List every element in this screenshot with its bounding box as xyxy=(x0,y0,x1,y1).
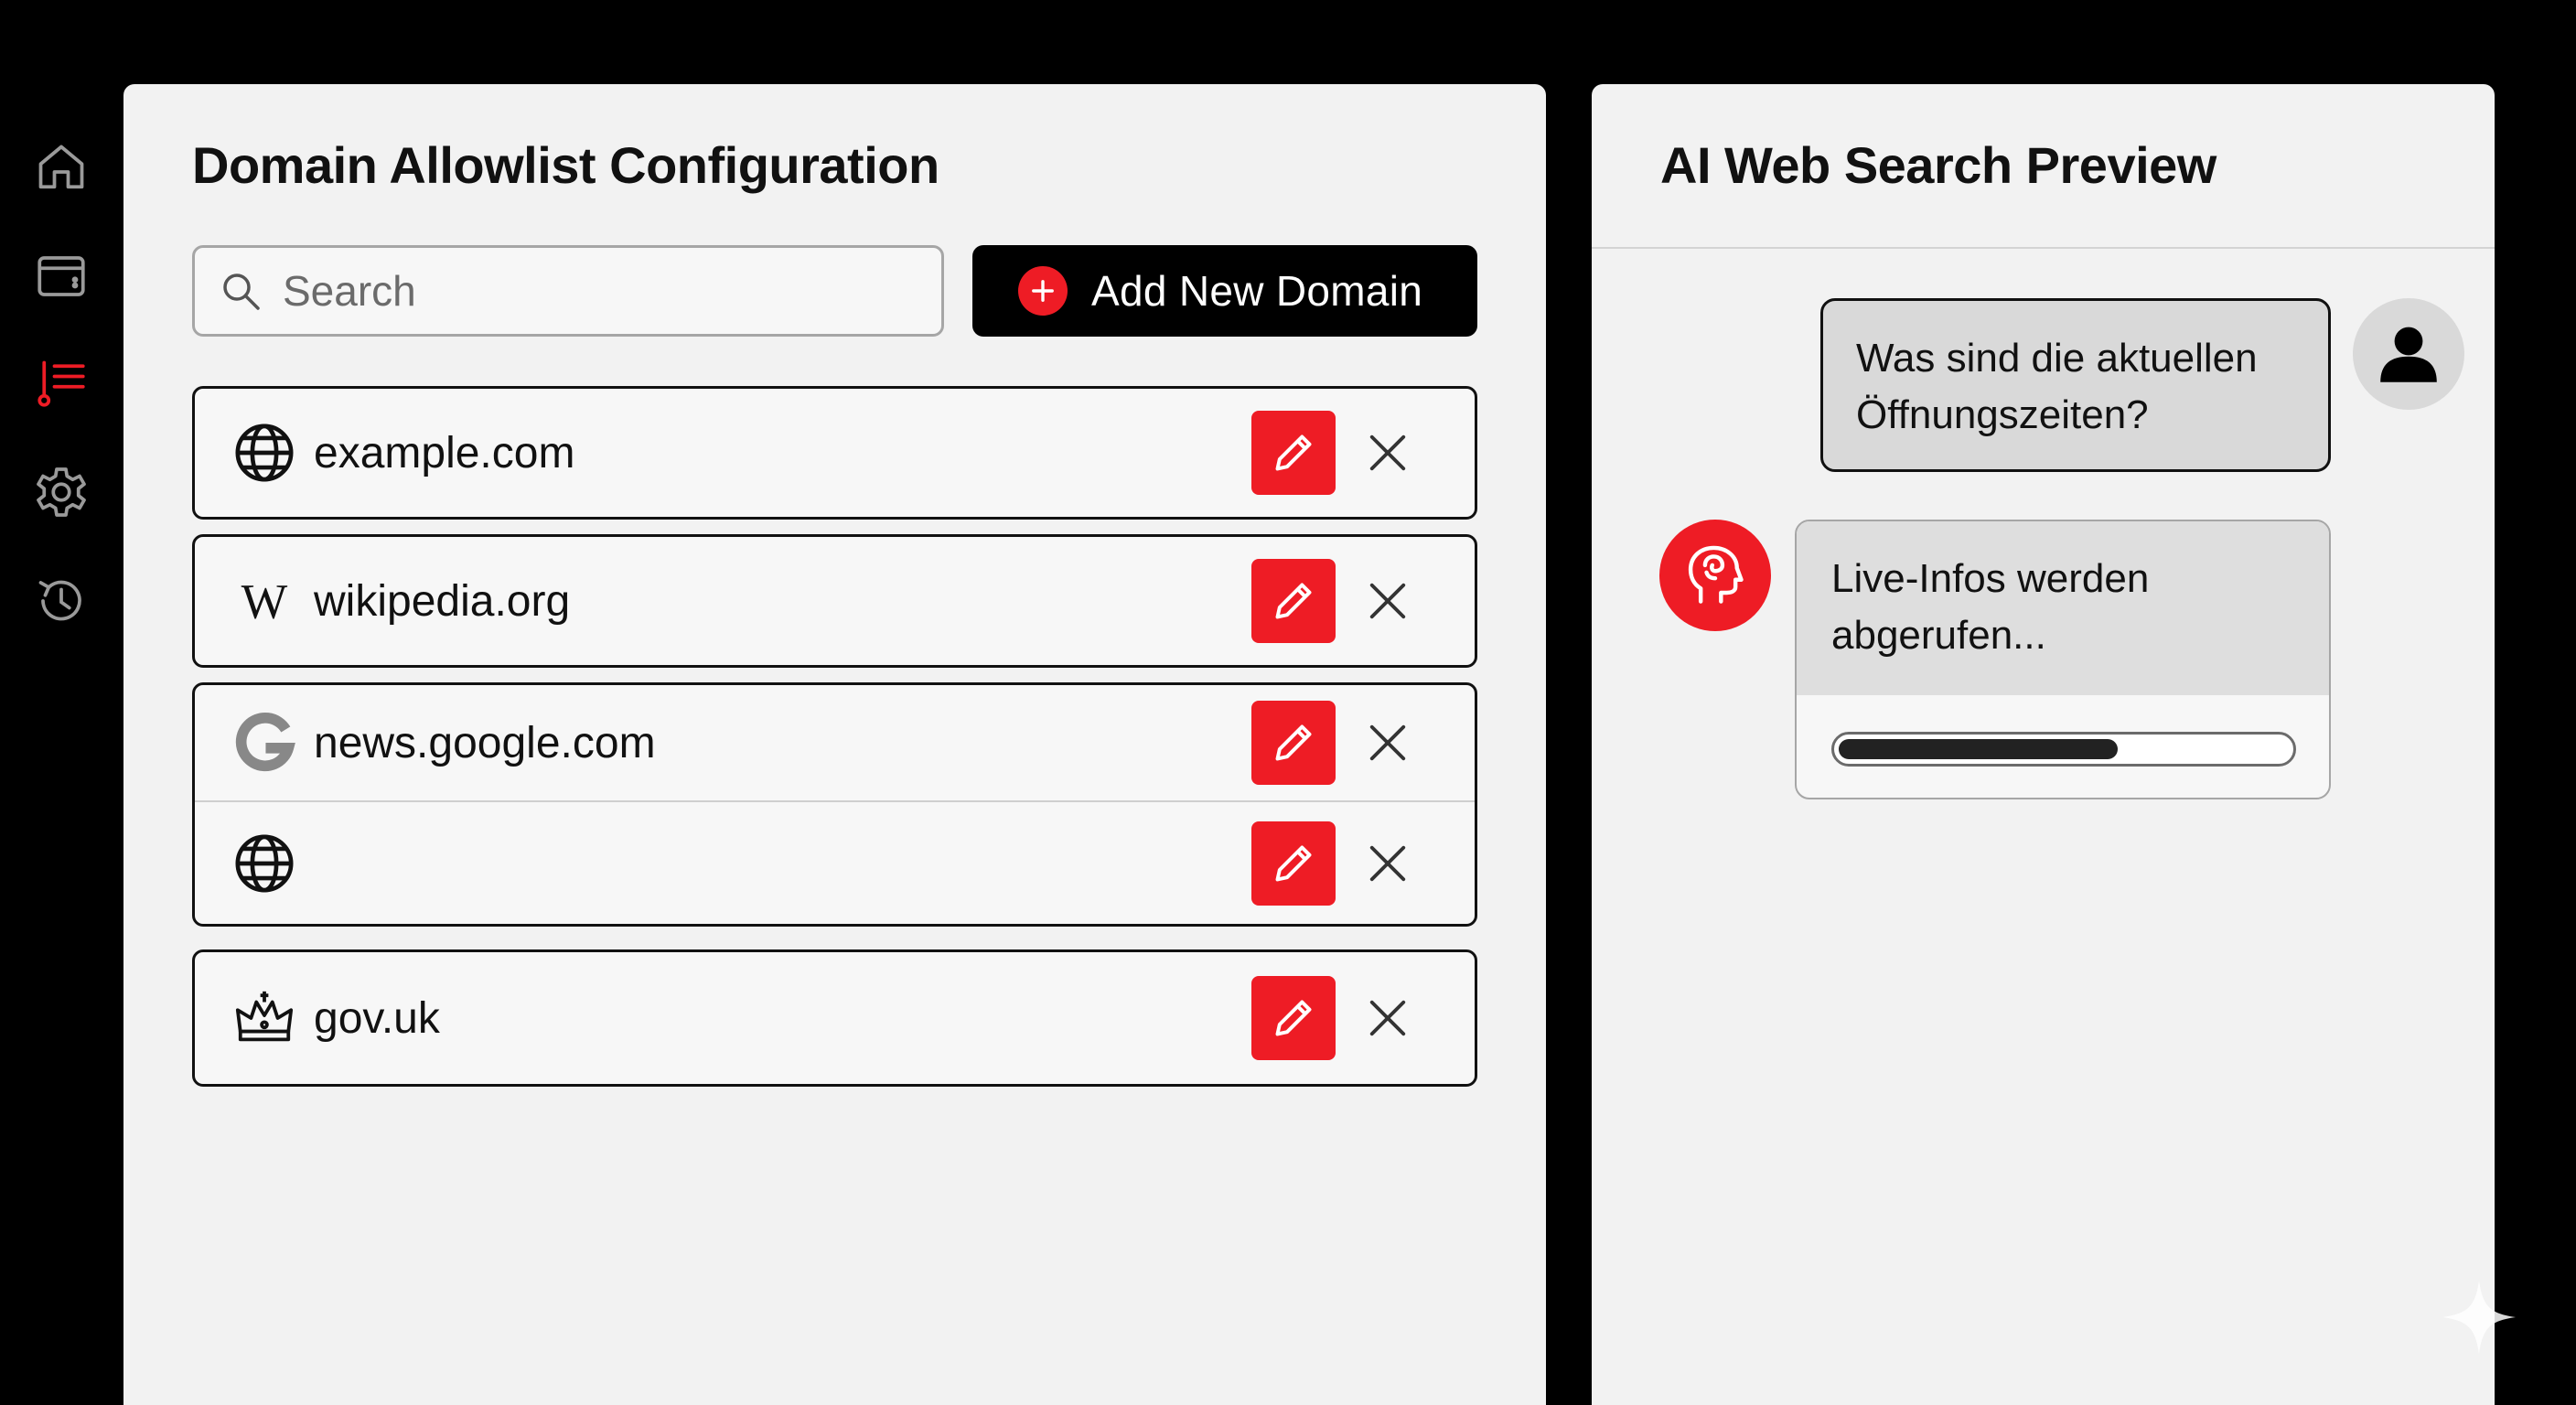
sparkle-icon xyxy=(2442,1281,2516,1354)
progress-fill xyxy=(1839,739,2119,759)
close-icon xyxy=(1369,434,1406,471)
edit-button[interactable] xyxy=(1251,411,1336,495)
pencil-icon xyxy=(1275,583,1312,619)
page-title: Domain Allowlist Configuration xyxy=(192,136,939,194)
edit-button[interactable] xyxy=(1251,559,1336,643)
home-icon xyxy=(38,145,84,189)
globe-icon xyxy=(231,831,297,896)
sidebar-item-browser[interactable] xyxy=(31,246,91,306)
user-icon xyxy=(2380,327,2437,382)
edit-button[interactable] xyxy=(1251,701,1336,785)
add-domain-label: Add New Domain xyxy=(1091,267,1423,315)
ai-head-icon xyxy=(1688,545,1744,604)
domain-label: example.com xyxy=(314,428,575,477)
history-icon xyxy=(38,580,81,621)
domain-row: W wikipedia.org xyxy=(195,537,1475,665)
domain-card: W wikipedia.org xyxy=(192,534,1477,668)
list-icon xyxy=(38,360,85,407)
close-icon xyxy=(1369,724,1406,761)
browser-window-icon xyxy=(38,256,85,296)
sidebar-item-allowlist[interactable] xyxy=(31,353,91,413)
delete-button[interactable] xyxy=(1355,710,1421,776)
domain-card: gov.uk xyxy=(192,949,1477,1087)
ai-message-text: Live-Infos werden abgerufen... xyxy=(1797,521,2329,695)
domain-row: example.com xyxy=(195,389,1475,517)
google-icon xyxy=(231,710,297,776)
domain-row xyxy=(195,802,1475,924)
delete-button[interactable] xyxy=(1355,420,1421,486)
edit-button[interactable] xyxy=(1251,820,1336,906)
crown-icon xyxy=(231,985,297,1051)
search-input[interactable] xyxy=(283,266,923,316)
allowlist-panel: Domain Allowlist Configuration Add New D… xyxy=(123,84,1546,1405)
sidebar xyxy=(0,0,123,1405)
loading-progress-bar xyxy=(1831,732,2296,767)
domain-card: news.google.com xyxy=(192,682,1477,927)
close-icon xyxy=(1369,583,1406,619)
search-field[interactable] xyxy=(192,245,944,337)
ai-message-line: Live-Infos werden xyxy=(1831,556,2150,601)
plus-icon xyxy=(1018,266,1068,316)
ai-message-bubble: Live-Infos werden abgerufen... xyxy=(1795,520,2331,799)
pencil-icon xyxy=(1275,434,1312,471)
sidebar-item-home[interactable] xyxy=(31,137,91,198)
user-message-bubble: Was sind die aktuellen Öffnungszeiten? xyxy=(1820,298,2331,472)
close-icon xyxy=(1369,1000,1406,1036)
pencil-icon xyxy=(1275,724,1312,761)
globe-icon xyxy=(231,420,297,486)
user-message-line: Öffnungszeiten? xyxy=(1856,392,2149,437)
domain-row: gov.uk xyxy=(195,952,1475,1084)
ai-avatar xyxy=(1659,520,1771,631)
sidebar-item-settings[interactable] xyxy=(31,462,91,522)
header-divider xyxy=(1592,247,2495,249)
user-avatar xyxy=(2353,298,2464,410)
domain-label: news.google.com xyxy=(314,718,656,767)
domain-row: news.google.com xyxy=(195,685,1475,800)
sidebar-item-history[interactable] xyxy=(31,571,91,631)
svg-text:W: W xyxy=(242,574,288,629)
search-preview-panel: AI Web Search Preview Was sind die aktue… xyxy=(1592,84,2495,1405)
preview-title: AI Web Search Preview xyxy=(1660,136,2216,194)
delete-button[interactable] xyxy=(1355,831,1421,896)
add-domain-button[interactable]: Add New Domain xyxy=(972,245,1477,337)
close-icon xyxy=(1369,845,1406,881)
user-message-line: Was sind die aktuellen xyxy=(1856,336,2258,381)
ai-message-line: abgerufen... xyxy=(1831,613,2046,658)
pencil-icon xyxy=(1275,845,1312,881)
domain-label: wikipedia.org xyxy=(314,576,571,626)
search-icon xyxy=(223,273,260,310)
pencil-icon xyxy=(1275,1000,1312,1036)
edit-button[interactable] xyxy=(1251,976,1336,1060)
wikipedia-icon: W xyxy=(231,568,297,634)
delete-button[interactable] xyxy=(1355,985,1421,1051)
delete-button[interactable] xyxy=(1355,568,1421,634)
domain-card: example.com xyxy=(192,386,1477,520)
gear-icon xyxy=(37,467,86,517)
domain-label: gov.uk xyxy=(314,993,440,1043)
